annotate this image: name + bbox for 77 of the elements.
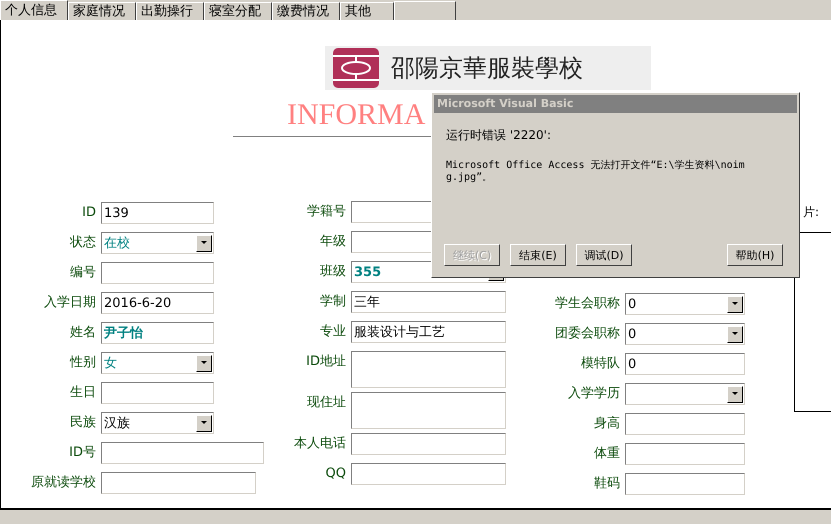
input-field[interactable] (625, 473, 745, 495)
field-label: 现住址 (306, 394, 347, 412)
field-label: ID地址 (305, 353, 347, 371)
tab[interactable]: 其他 (340, 2, 394, 20)
photo-label: 片: (803, 204, 820, 221)
dialog-title: Microsoft Visual Basic (434, 95, 797, 113)
tab[interactable]: 家庭情况 (68, 2, 136, 20)
field-value: 在校 (104, 235, 131, 252)
input-field[interactable]: 服装设计与工艺 (351, 321, 506, 343)
input-field[interactable]: 0 (625, 353, 745, 375)
field-label: 体重 (593, 445, 621, 463)
dropdown-field[interactable]: 0 (625, 293, 745, 315)
input-field[interactable] (351, 392, 506, 429)
input-field[interactable]: 三年 (351, 291, 506, 313)
field-label: 班级 (319, 263, 347, 281)
dropdown-field[interactable]: 0 (625, 323, 745, 345)
field-label: 学籍号 (306, 203, 347, 221)
field-label: 生日 (69, 384, 97, 402)
dialog-button[interactable]: 结束(E) (510, 244, 566, 266)
field-label: 性别 (68, 354, 97, 372)
field-value: 三年 (354, 294, 381, 311)
input-field[interactable] (101, 262, 214, 284)
input-field[interactable] (101, 442, 264, 464)
field-label: ID (81, 204, 97, 222)
field-label: 编号 (69, 264, 97, 282)
dropdown-field[interactable]: 女 (101, 352, 214, 374)
field-label: 专业 (319, 323, 347, 341)
field-label: 姓名 (69, 324, 97, 342)
field-value: 0 (628, 326, 638, 342)
field-label: 入学日期 (43, 294, 97, 312)
field-value: 女 (104, 355, 118, 372)
field-label: 鞋码 (593, 475, 621, 493)
input-field[interactable] (625, 413, 745, 435)
input-field[interactable]: 尹子怡 (101, 322, 214, 344)
error-heading: 运行时错误 '2220': (446, 127, 551, 144)
input-field[interactable] (351, 433, 506, 455)
field-value: 355 (354, 264, 382, 280)
field-label: 身高 (593, 415, 621, 433)
field-value: 139 (104, 206, 130, 220)
dialog-button[interactable]: 帮助(H) (727, 244, 783, 266)
input-field[interactable]: 2016-6-20 (101, 292, 214, 314)
input-field[interactable] (351, 351, 506, 388)
field-value: 0 (628, 356, 638, 372)
input-field[interactable] (351, 463, 506, 485)
input-field[interactable]: 139 (101, 202, 214, 224)
field-value: 尹子怡 (104, 325, 144, 342)
field-label: 本人电话 (293, 435, 347, 453)
error-message: Microsoft Office Access 无法打开文件“E:\学生资料\noimg.jpg”。 (446, 160, 746, 184)
field-value: 2016-6-20 (104, 296, 172, 310)
field-value: 服装设计与工艺 (354, 324, 446, 341)
field-label: 年级 (319, 233, 347, 251)
field-label: 学制 (319, 293, 347, 311)
school-name: 邵陽京華服裝學校 (391, 53, 583, 84)
field-label: QQ (324, 465, 347, 483)
tab[interactable]: 出勤操行 (136, 2, 204, 20)
field-label: 模特队 (580, 355, 621, 373)
input-field[interactable] (101, 382, 214, 404)
input-field[interactable] (625, 443, 745, 465)
emblem-icon (333, 48, 379, 88)
dropdown-field[interactable]: 汉族 (101, 412, 214, 434)
field-label: ID号 (68, 444, 97, 462)
field-label: 状态 (68, 234, 97, 252)
tab[interactable]: 缴费情况 (272, 2, 340, 20)
field-label: 团委会职称 (554, 325, 621, 343)
field-value: 汉族 (104, 415, 131, 432)
tab[interactable]: 寝室分配 (204, 2, 272, 20)
dialog-button[interactable]: 调试(D) (576, 244, 632, 266)
field-label: 入学学历 (567, 385, 621, 403)
tab[interactable]: 个人信息 (0, 0, 68, 20)
input-field[interactable] (101, 472, 256, 494)
dropdown-field[interactable] (625, 383, 745, 405)
field-label: 原就读学校 (30, 474, 97, 492)
field-label: 学生会职称 (554, 295, 621, 313)
dropdown-field[interactable]: 在校 (101, 232, 214, 254)
field-label: 民族 (69, 414, 97, 432)
field-value: 0 (628, 296, 638, 312)
page-title: INFORMA (287, 98, 426, 132)
